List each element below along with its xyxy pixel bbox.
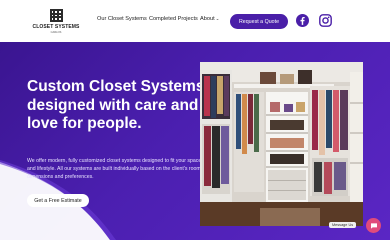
facebook-icon[interactable] [296, 14, 309, 27]
free-estimate-button[interactable]: Get a Free Estimate [27, 194, 89, 207]
brand-tagline: CARLOS [50, 30, 62, 34]
hero-section: Custom Closet Systems designed with care… [0, 42, 390, 240]
hero-title: Custom Closet Systems designed with care… [27, 78, 205, 132]
brand-logo[interactable]: CLOSET SYSTEMS CARLOS [33, 9, 79, 35]
nav-completed-projects[interactable]: Completed Projects [149, 16, 198, 22]
nav-our-closet-systems[interactable]: Our Closet Systems [97, 16, 147, 22]
logo-grid-icon [49, 9, 63, 22]
chat-tooltip: Message Us [329, 222, 357, 228]
hero-description: We offer modern, fully customized closet… [27, 158, 202, 181]
chevron-down-icon: ⌄ [215, 16, 220, 21]
chat-button[interactable] [366, 218, 381, 233]
instagram-icon[interactable] [319, 14, 332, 27]
site-header: CLOSET SYSTEMS CARLOS Our Closet Systems… [0, 0, 390, 42]
request-quote-button[interactable]: Request a Quote [230, 14, 288, 29]
chat-icon [370, 222, 377, 229]
brand-name: CLOSET SYSTEMS [32, 24, 80, 30]
closet-photo [200, 62, 363, 226]
nav-about[interactable]: About⌄ [200, 16, 219, 22]
nav-about-label: About [200, 16, 215, 22]
